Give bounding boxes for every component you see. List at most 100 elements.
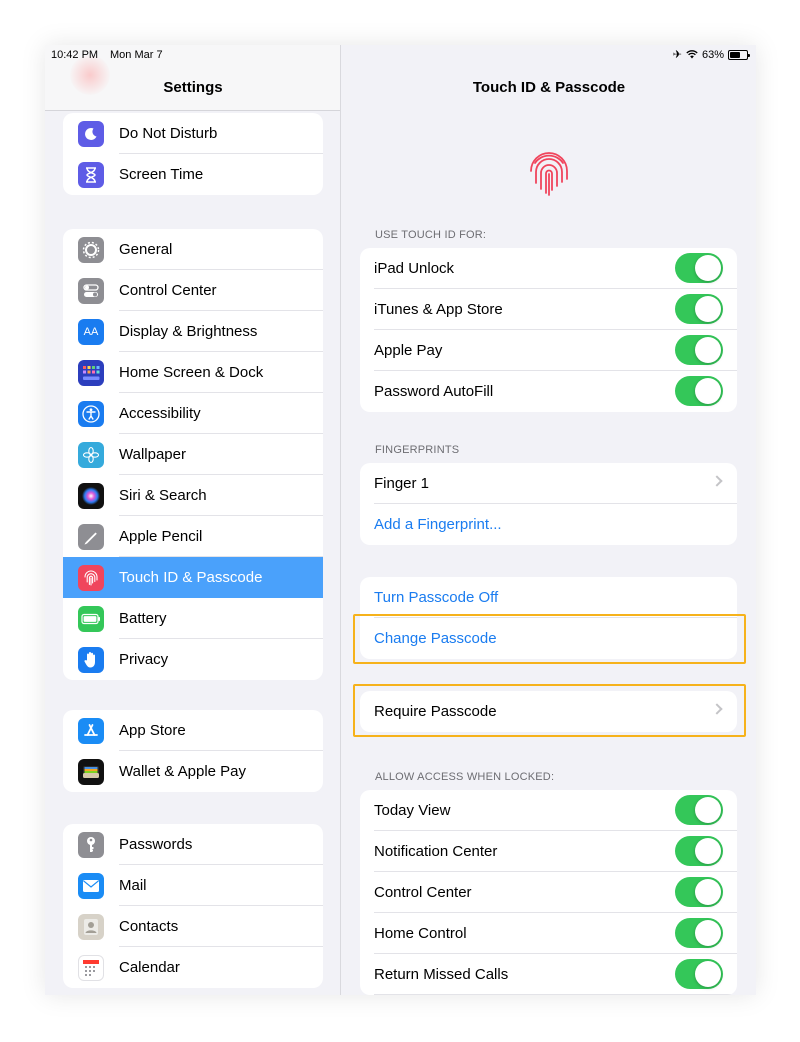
sidebar-item-control-center[interactable]: Control Center [63, 270, 323, 311]
fingerprint-icon [78, 565, 104, 591]
siri-icon [78, 483, 104, 509]
row-home-control: Home Control [360, 913, 737, 954]
row-today-view: Today View [360, 790, 737, 831]
toggle-knob [695, 879, 721, 905]
use-touch-id-group: iPad Unlock iTunes & App Store Apple Pay… [360, 248, 737, 412]
airplane-icon: ✈ [672, 49, 682, 61]
password-autofill-toggle[interactable] [675, 376, 723, 406]
wallet-icon [78, 759, 104, 785]
chevron-right-icon [711, 475, 723, 487]
switches-icon [78, 278, 104, 304]
sidebar-item-general[interactable]: General [63, 229, 323, 270]
sidebar-item-touch-id-passcode[interactable]: Touch ID & Passcode [63, 557, 323, 598]
allow-access-group: Today View Notification Center Control C… [360, 790, 737, 995]
hourglass-icon [78, 162, 104, 188]
sidebar-item-display-brightness[interactable]: AA Display & Brightness [63, 311, 323, 352]
sidebar-item-accessibility[interactable]: Accessibility [63, 393, 323, 434]
itunes-app-store-toggle[interactable] [675, 294, 723, 324]
sidebar-group-focus: Do Not Disturb Screen Time [63, 113, 323, 195]
sidebar-item-label: Siri & Search [119, 487, 207, 504]
touch-id-passcode-pane[interactable]: Touch ID & Passcode USE TOUCH ID FOR: iP… [342, 45, 756, 995]
section-header-use-touch-id: USE TOUCH ID FOR: [375, 229, 487, 241]
sidebar-item-apple-pencil[interactable]: Apple Pencil [63, 516, 323, 557]
sidebar-item-label: Battery [119, 610, 167, 627]
sidebar-item-wallet-apple-pay[interactable]: Wallet & Apple Pay [63, 751, 323, 792]
sidebar-item-wallpaper[interactable]: Wallpaper [63, 434, 323, 475]
row-label: Password AutoFill [374, 383, 494, 400]
row-label: Home Control [374, 925, 467, 942]
row-finger-1[interactable]: Finger 1 [360, 463, 737, 504]
sidebar-item-label: General [119, 241, 173, 258]
sidebar-item-label: Calendar [119, 959, 180, 976]
sidebar-item-do-not-disturb[interactable]: Do Not Disturb [63, 113, 323, 154]
toggle-knob [695, 961, 721, 987]
sidebar-item-label: Privacy [119, 651, 169, 668]
row-label: Finger 1 [374, 475, 430, 492]
add-fingerprint-button[interactable]: Add a Fingerprint... [360, 504, 737, 545]
sidebar-item-battery[interactable]: Battery [63, 598, 323, 639]
flower-icon [78, 442, 104, 468]
contacts-icon [78, 914, 104, 940]
sidebar-item-label: Contacts [119, 918, 179, 935]
home-control-toggle[interactable] [675, 918, 723, 948]
status-time: 10:42 PM [51, 49, 99, 61]
mail-icon [78, 873, 104, 899]
sidebar-item-label: Display & Brightness [119, 323, 258, 340]
fingerprint-icon [530, 152, 568, 196]
section-header-fingerprints: FINGERPRINTS [375, 444, 460, 456]
control-center-toggle[interactable] [675, 877, 723, 907]
row-label: Return Missed Calls [374, 966, 509, 983]
home-grid-icon [78, 360, 104, 386]
sidebar-group-apps: Passwords Mail Contacts Calendar [63, 824, 323, 988]
apple-pay-toggle[interactable] [675, 335, 723, 365]
ipad-unlock-toggle[interactable] [675, 253, 723, 283]
settings-sidebar[interactable]: Settings Do Not Disturb Screen Time Gene… [45, 45, 341, 995]
sidebar-item-label: Wallet & Apple Pay [119, 763, 247, 780]
row-label: Today View [374, 802, 451, 819]
accessibility-icon [78, 401, 104, 427]
sidebar-item-contacts[interactable]: Contacts [63, 906, 323, 947]
sidebar-item-passwords[interactable]: Passwords [63, 824, 323, 865]
sidebar-item-label: Touch ID & Passcode [119, 569, 263, 586]
sidebar-item-screen-time[interactable]: Screen Time [63, 154, 323, 195]
gear-icon [78, 237, 104, 263]
return-missed-calls-toggle[interactable] [675, 959, 723, 989]
toggle-knob [695, 255, 721, 281]
battery-percent: 63% [701, 48, 724, 61]
sidebar-item-label: Mail [119, 877, 147, 894]
fingerprints-group: Finger 1 Add a Fingerprint... [360, 463, 737, 545]
display-aa-icon: AA [78, 319, 104, 345]
sidebar-item-label: Passwords [119, 836, 193, 853]
sidebar-item-siri-search[interactable]: Siri & Search [63, 475, 323, 516]
highlight-require-passcode [353, 684, 746, 737]
row-label: Control Center [374, 884, 472, 901]
toggle-knob [695, 838, 721, 864]
today-view-toggle[interactable] [675, 795, 723, 825]
row-label: Notification Center [374, 843, 498, 860]
sidebar-group-general: General Control Center AA Display & Brig… [63, 229, 323, 680]
turn-passcode-off-button[interactable]: Turn Passcode Off [360, 577, 737, 618]
notification-center-toggle[interactable] [675, 836, 723, 866]
toggle-knob [695, 337, 721, 363]
row-label: Apple Pay [374, 342, 443, 359]
status-indicators: ✈ 63% [672, 48, 750, 61]
sidebar-item-home-screen-dock[interactable]: Home Screen & Dock [63, 352, 323, 393]
row-label: iPad Unlock [374, 260, 455, 277]
sidebar-item-privacy[interactable]: Privacy [63, 639, 323, 680]
toggle-knob [695, 378, 721, 404]
key-icon [78, 832, 104, 858]
sidebar-item-app-store[interactable]: App Store [63, 710, 323, 751]
sidebar-item-calendar[interactable]: Calendar [63, 947, 323, 988]
sidebar-item-label: Do Not Disturb [119, 125, 218, 142]
status-date: Mon Mar 7 [110, 49, 163, 61]
toggle-knob [695, 920, 721, 946]
sidebar-title: Settings [163, 79, 223, 96]
detail-title: Touch ID & Passcode [472, 79, 626, 96]
sidebar-group-store: App Store Wallet & Apple Pay [63, 710, 323, 792]
sidebar-item-label: App Store [119, 722, 186, 739]
sidebar-item-mail[interactable]: Mail [63, 865, 323, 906]
hand-icon [78, 647, 104, 673]
sidebar-item-label: Screen Time [119, 166, 204, 183]
toggle-knob [695, 797, 721, 823]
sidebar-item-label: Home Screen & Dock [119, 364, 264, 381]
